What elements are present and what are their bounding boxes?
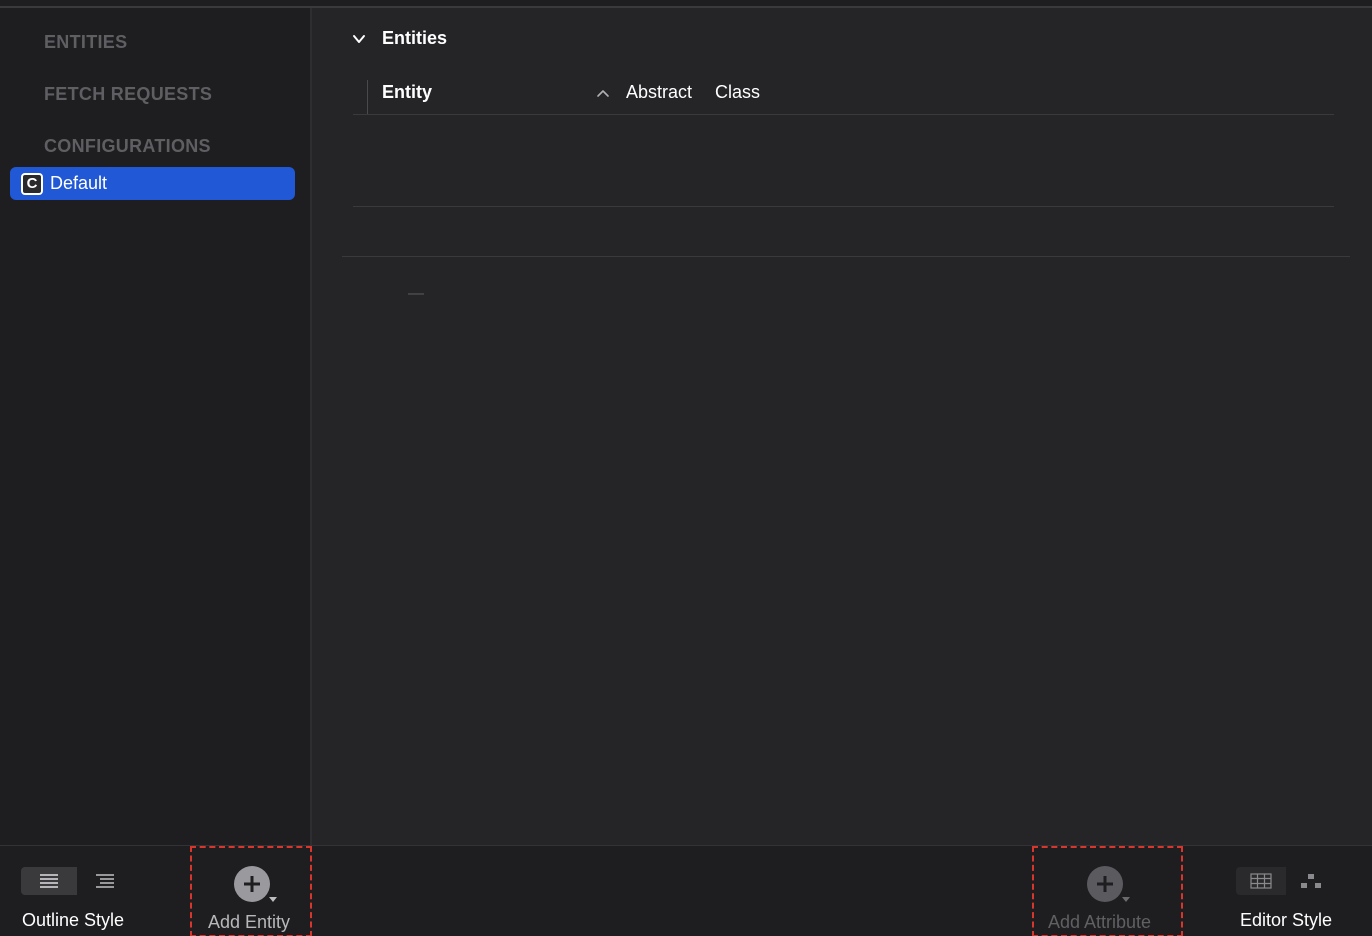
column-header-class[interactable]: Class [715,82,760,103]
outline-style-hierarchy-button[interactable] [77,867,133,895]
outline-style-list-button[interactable] [21,867,77,895]
column-header-entity[interactable]: Entity [382,82,432,103]
editor-style-graph-button[interactable] [1286,867,1336,895]
bottom-toolbar: Outline Style Add Entity Add Attribute E… [0,845,1372,936]
plus-icon [1087,866,1123,902]
editor-style-table-button[interactable] [1236,867,1286,895]
dropdown-caret-icon [1122,897,1130,902]
list-icon [40,874,58,888]
add-attribute-label: Add Attribute [1048,912,1152,932]
sidebar-item-label: Default [50,173,108,193]
add-entity-label: Add Entity [208,912,291,932]
sidebar-section-fetch-requests[interactable]: FETCH REQUESTS [44,84,212,105]
sidebar-section-entities[interactable]: ENTITIES [44,32,127,53]
dropdown-caret-icon [269,897,277,902]
editor-style-control [1236,867,1336,895]
outline-style-label: Outline Style [22,910,125,930]
table-header-divider [353,114,1334,115]
table-body-divider [353,206,1334,207]
chevron-down-icon[interactable] [352,32,366,46]
sidebar-section-configurations[interactable]: CONFIGURATIONS [44,136,211,157]
table-icon [1250,873,1272,889]
column-separator [367,80,368,114]
main-editor: Entities Entity Abstract Class — [312,8,1372,845]
sidebar-item-default[interactable]: C Default [10,167,295,200]
add-attribute-button[interactable]: Add Attribute [1032,846,1183,936]
sort-ascending-icon[interactable] [596,86,610,100]
hierarchy-list-icon [96,874,114,888]
outline-style-control [21,867,133,895]
core-data-model-editor: ENTITIES FETCH REQUESTS CONFIGURATIONS C… [0,0,1372,936]
add-entity-button[interactable]: Add Entity [190,846,312,936]
entities-section-title: Entities [382,28,448,48]
column-header-abstract[interactable]: Abstract [626,82,692,103]
section-divider [342,256,1350,257]
sidebar: ENTITIES FETCH REQUESTS CONFIGURATIONS C… [0,8,310,845]
editor-style-label: Editor Style [1240,910,1333,930]
configuration-icon: C [21,172,43,195]
empty-placeholder: — [408,285,424,302]
graph-icon [1301,874,1321,888]
entities-section-header[interactable]: Entities [352,28,447,49]
plus-icon [234,866,270,902]
